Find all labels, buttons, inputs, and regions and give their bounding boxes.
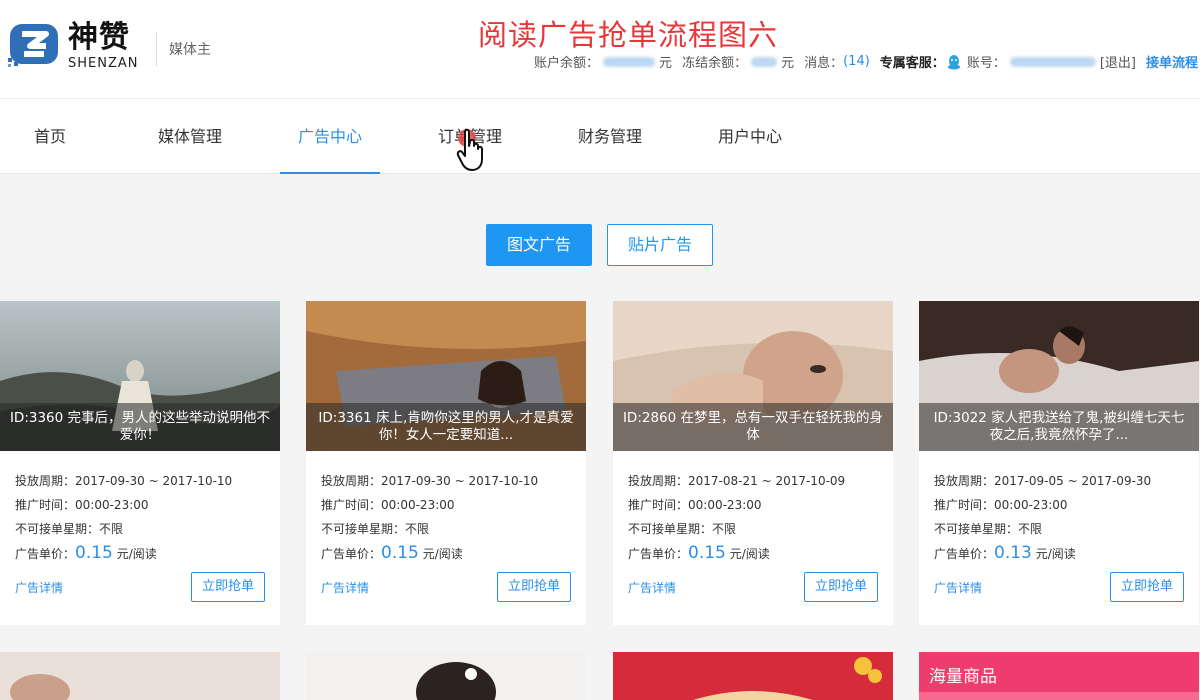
messages-label[interactable]: 消息： xyxy=(804,52,843,71)
time-label: 推广时间： xyxy=(628,498,689,512)
weekday-label: 不可接单星期： xyxy=(934,522,1019,536)
frozen-label: 冻结余额： xyxy=(682,56,748,71)
shenzan-logo-icon[interactable] xyxy=(8,22,62,70)
promo-text: 海量商品 xyxy=(929,667,997,687)
nav-finance-management[interactable]: 财务管理 xyxy=(560,99,660,174)
nav-home[interactable]: 首页 xyxy=(0,99,100,174)
ad-detail-link[interactable]: 广告详情 xyxy=(321,579,369,596)
time-value: 00:00-23:00 xyxy=(75,498,149,512)
weekday-value: 不限 xyxy=(1018,522,1043,536)
grab-order-button[interactable]: 立即抢单 xyxy=(497,572,571,602)
time-value: 00:00-23:00 xyxy=(381,498,455,512)
balance-value-redacted xyxy=(603,56,656,67)
ad-info: 投放周期：2017-09-05 ~ 2017-09-30 推广时间：00:00-… xyxy=(934,469,1151,566)
price-unit: 元/阅读 xyxy=(422,547,463,561)
price-value: 0.15 xyxy=(381,543,419,563)
price-label: 广告单价： xyxy=(628,547,689,561)
ad-title: ID:3360 完事后，男人的这些举动说明他不爱你！ xyxy=(0,403,280,451)
weekday-label: 不可接单星期： xyxy=(15,522,100,536)
price-unit: 元/阅读 xyxy=(1035,547,1076,561)
divider xyxy=(156,32,157,66)
weekday-value: 不限 xyxy=(99,522,124,536)
ad-thumbnail[interactable]: ID:2860 在梦里，总有一双手在轻抚我的身体 xyxy=(613,301,893,451)
period-value: 2017-09-30 ~ 2017-10-10 xyxy=(381,474,539,488)
ad-info: 投放周期：2017-09-30 ~ 2017-10-10 推广时间：00:00-… xyxy=(321,469,538,566)
ad-thumbnail[interactable] xyxy=(613,652,893,700)
account-value-redacted xyxy=(1009,56,1096,67)
price-unit: 元/阅读 xyxy=(116,547,157,561)
ad-card: ID:2860 在梦里，总有一双手在轻抚我的身体 投放周期：2017-08-21… xyxy=(613,301,893,625)
time-value: 00:00-23:00 xyxy=(994,498,1068,512)
grab-order-button[interactable]: 立即抢单 xyxy=(191,572,265,602)
frozen-value-redacted xyxy=(751,56,778,67)
ad-detail-link[interactable]: 广告详情 xyxy=(934,579,982,596)
balance-unit: 元 xyxy=(659,56,673,71)
ad-title: ID:3361 床上,肯吻你这里的男人,才是真爱你！女人一定要知道... xyxy=(306,403,586,451)
price-label: 广告单价： xyxy=(321,547,382,561)
ad-title: ID:2860 在梦里，总有一双手在轻抚我的身体 xyxy=(613,403,893,451)
ad-thumbnail[interactable] xyxy=(306,652,586,700)
ad-info: 投放周期：2017-09-30 ~ 2017-10-10 推广时间：00:00-… xyxy=(15,469,232,566)
ad-thumbnail[interactable] xyxy=(0,652,280,700)
ad-thumbnail[interactable]: ID:3361 床上,肯吻你这里的男人,才是真爱你！女人一定要知道... xyxy=(306,301,586,451)
ad-thumbnail[interactable]: 海量商品 xyxy=(919,652,1199,700)
nav-media-management[interactable]: 媒体管理 xyxy=(140,99,240,174)
nav-user-center[interactable]: 用户中心 xyxy=(700,99,800,174)
logout-link[interactable]: [退出] xyxy=(1100,52,1136,71)
service-label: 专属客服： xyxy=(879,56,945,71)
hand-pointer-cursor-icon xyxy=(456,128,483,171)
time-label: 推广时间： xyxy=(321,498,382,512)
period-value: 2017-09-30 ~ 2017-10-10 xyxy=(75,474,233,488)
patch-ad-tab[interactable]: 贴片广告 xyxy=(607,224,713,266)
order-flow-link[interactable]: 接单流程 xyxy=(1146,52,1198,71)
period-value: 2017-08-21 ~ 2017-10-09 xyxy=(688,474,846,488)
time-label: 推广时间： xyxy=(15,498,76,512)
user-role: 媒体主 xyxy=(169,42,211,58)
period-label: 投放周期： xyxy=(15,474,76,488)
price-label: 广告单价： xyxy=(934,547,995,561)
brand-name-en: SHENZAN xyxy=(68,56,139,71)
price-label: 广告单价： xyxy=(15,547,76,561)
grab-order-button[interactable]: 立即抢单 xyxy=(1110,572,1184,602)
brand-name-cn: 神赞 xyxy=(68,20,130,55)
period-label: 投放周期： xyxy=(628,474,689,488)
price-value: 0.15 xyxy=(688,543,726,563)
frozen-unit: 元 xyxy=(781,56,795,71)
time-label: 推广时间： xyxy=(934,498,995,512)
period-value: 2017-09-05 ~ 2017-09-30 xyxy=(994,474,1152,488)
weekday-value: 不限 xyxy=(405,522,430,536)
time-value: 00:00-23:00 xyxy=(688,498,762,512)
weekday-value: 不限 xyxy=(712,522,737,536)
account-label: 账号： xyxy=(966,56,1006,71)
ad-thumbnail[interactable]: ID:3022 家人把我送给了鬼,被纠缠七天七夜之后,我竟然怀孕了... xyxy=(919,301,1199,451)
balance-label: 账户余额： xyxy=(534,56,600,71)
grab-order-button[interactable]: 立即抢单 xyxy=(804,572,878,602)
ad-card: ID:3360 完事后，男人的这些举动说明他不爱你！ 投放周期：2017-09-… xyxy=(0,301,280,625)
qq-penguin-icon[interactable] xyxy=(947,54,961,70)
ad-card: ID:3022 家人把我送给了鬼,被纠缠七天七夜之后,我竟然怀孕了... 投放周… xyxy=(919,301,1199,625)
user-bar: 账户余额： 元 冻结余额： 元 消息： (14) 专属客服： 账号： [退出] … xyxy=(534,52,1198,71)
ad-card: ID:3361 床上,肯吻你这里的男人,才是真爱你！女人一定要知道... 投放周… xyxy=(306,301,586,625)
messages-count[interactable]: (14) xyxy=(843,54,870,69)
page-title: 阅读广告抢单流程图六 xyxy=(478,18,779,52)
header: 神赞 SHENZAN 媒体主 阅读广告抢单流程图六 账户余额： 元 冻结余额： … xyxy=(0,0,1200,98)
weekday-label: 不可接单星期： xyxy=(628,522,713,536)
nav-ad-center[interactable]: 广告中心 xyxy=(280,99,380,174)
period-label: 投放周期： xyxy=(934,474,995,488)
ad-info: 投放周期：2017-08-21 ~ 2017-10-09 推广时间：00:00-… xyxy=(628,469,845,566)
weekday-label: 不可接单星期： xyxy=(321,522,406,536)
ad-title: ID:3022 家人把我送给了鬼,被纠缠七天七夜之后,我竟然怀孕了... xyxy=(919,403,1199,451)
brand: 神赞 SHENZAN xyxy=(68,20,139,72)
period-label: 投放周期： xyxy=(321,474,382,488)
price-unit: 元/阅读 xyxy=(729,547,770,561)
ad-thumbnail[interactable]: ID:3360 完事后，男人的这些举动说明他不爱你！ xyxy=(0,301,280,451)
image-text-ad-tab[interactable]: 图文广告 xyxy=(486,224,592,266)
price-value: 0.15 xyxy=(75,543,113,563)
main-nav: 首页 媒体管理 广告中心 订单管理 财务管理 用户中心 xyxy=(0,98,1200,174)
ad-detail-link[interactable]: 广告详情 xyxy=(15,579,63,596)
ad-detail-link[interactable]: 广告详情 xyxy=(628,579,676,596)
price-value: 0.13 xyxy=(994,543,1032,563)
